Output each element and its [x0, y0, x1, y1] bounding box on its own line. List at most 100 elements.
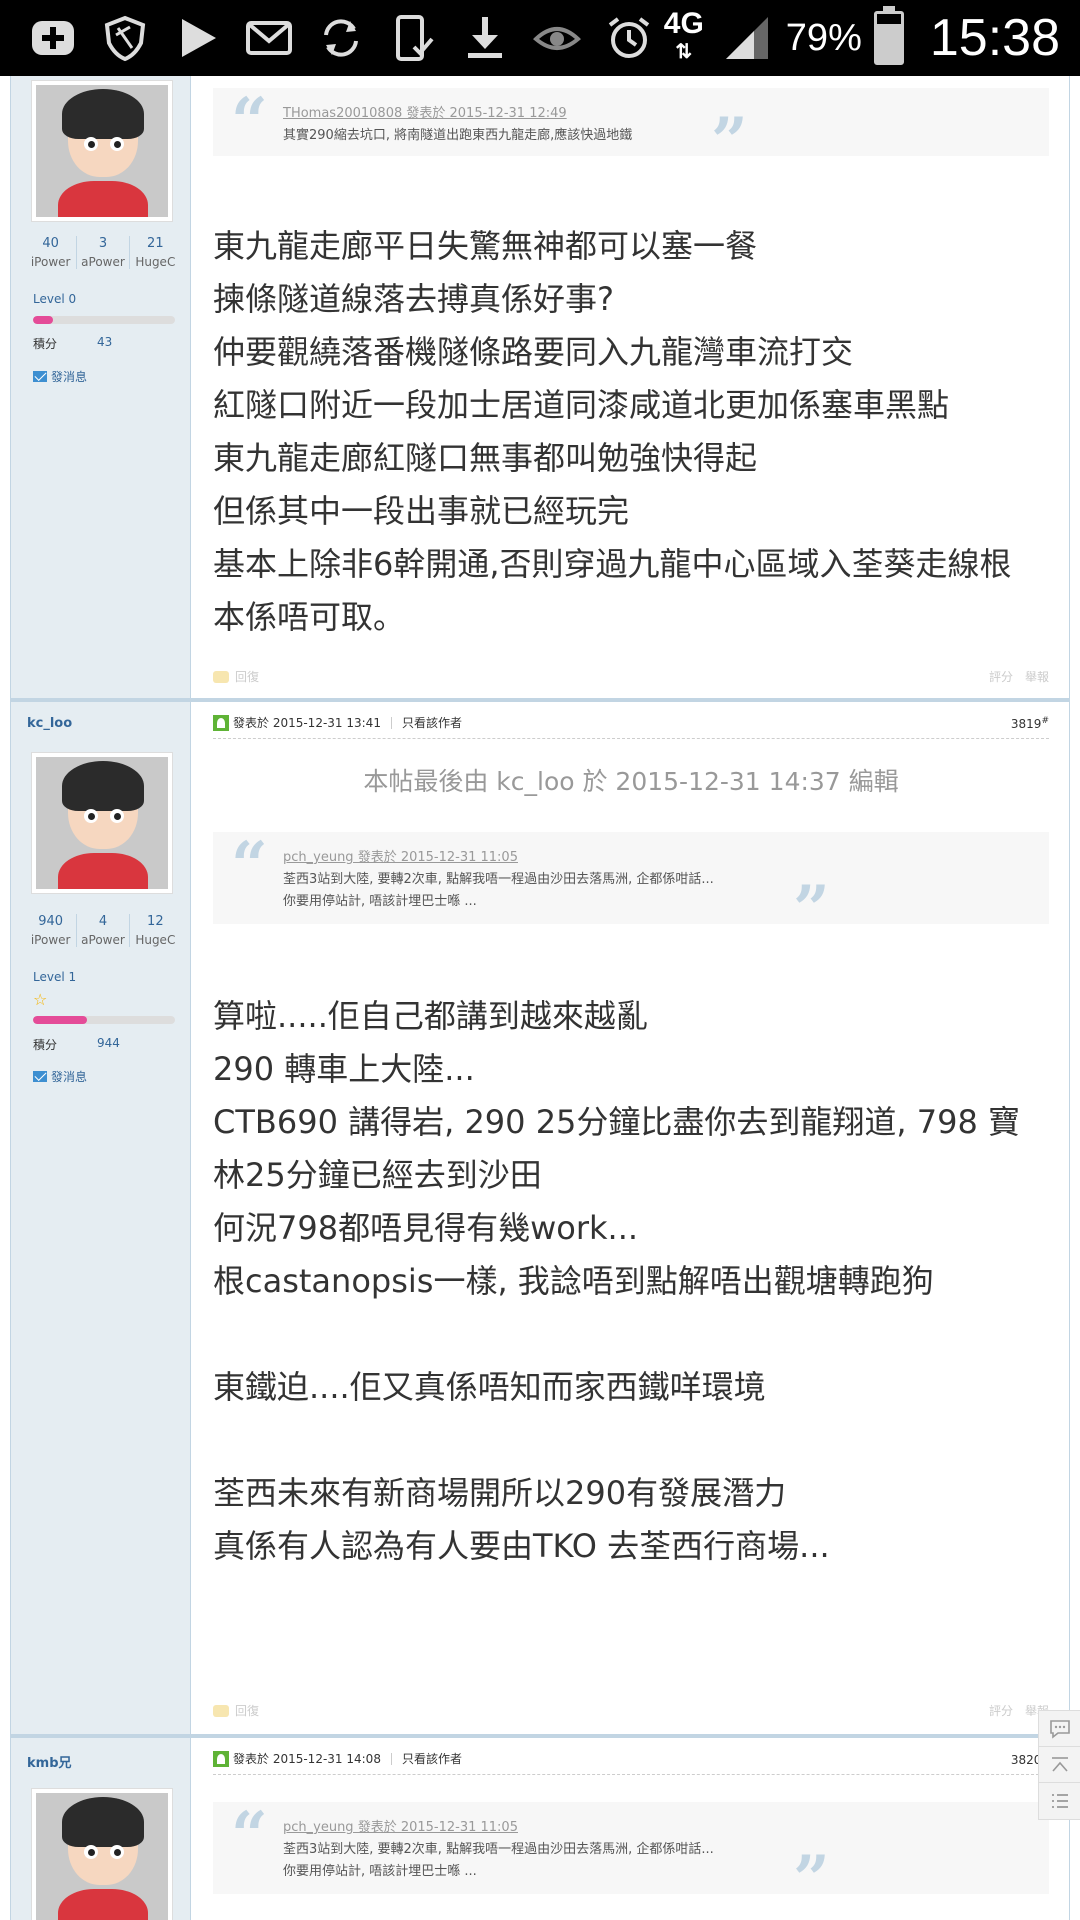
back-to-top-icon[interactable] — [1039, 1747, 1080, 1783]
level-progress-bar — [33, 1016, 175, 1024]
battery-level-fill — [876, 24, 901, 62]
post-author-panel: 40 iPower 3 aPower 21 HugeC Level 0 積分 43 發… — [11, 76, 191, 698]
quote-block: “ pch_yeung 發表於 2015-12-31 11:05 荃西3站到大陸… — [213, 828, 1049, 942]
quote-author-link[interactable]: THomas20010808 發表於 2015-12-31 12:49 — [283, 102, 979, 121]
envelope-icon — [33, 371, 47, 382]
message-line — [213, 1308, 1049, 1361]
message-line: CTB690 講得岩, 290 25分鐘比盡你去到龍翔道, 798 寶 — [213, 1103, 1021, 1141]
level-progress-fill — [33, 1016, 87, 1024]
quote-line: 荃西3站到大陸, 要轉2次車, 點解我唔一程過由沙田去落馬洲, 企都係咁話... — [283, 872, 714, 887]
mail-icon — [242, 11, 296, 65]
clock: 15:38 — [929, 9, 1060, 67]
avatar[interactable] — [31, 1788, 173, 1920]
add-icon — [26, 11, 80, 65]
message-line: 林25分鐘已經去到沙田 — [213, 1156, 542, 1194]
message-line: 本係唔可取。 — [213, 598, 406, 636]
message-line: 東九龍走廊紅隧口無事都叫勉強快得起 — [213, 439, 758, 477]
quote-line: 你要用停站計, 唔該計埋巴士喺 ... — [283, 1864, 477, 1879]
network-label: 4G — [663, 7, 704, 40]
message-line: 東鐵迫....佢又真係唔知而家西鐵咩環境 — [213, 1368, 766, 1406]
author-stats: 940 iPower 4 aPower 12 HugeC — [25, 914, 181, 947]
author-only-link[interactable]: 只看該作者 — [402, 714, 462, 731]
signal-icon — [720, 11, 774, 65]
message-line: 真係有人認為有人要由TKO 去荃西行商場... — [213, 1527, 830, 1565]
message-line: 290 轉車上大陸... — [213, 1050, 475, 1088]
author-name[interactable]: kmb兄 — [27, 1752, 72, 1771]
stat-ipower[interactable]: 940 iPower — [25, 914, 78, 947]
rate-button[interactable]: 評分 — [989, 668, 1013, 685]
message-line: 東九龍走廊平日失驚無神都可以塞一餐 — [213, 227, 758, 265]
post-author-panel: kc_loo 940 iPower 4 aPower 12 HugeC Level 1… — [11, 702, 191, 1734]
divider — [213, 738, 1049, 739]
phone-check-icon — [386, 11, 440, 65]
post-author-panel: kmb兄 — [11, 1738, 191, 1920]
points-label: 積分 — [33, 337, 58, 351]
play-icon — [170, 11, 224, 65]
floating-toolbar — [1038, 1710, 1080, 1820]
report-button[interactable]: 舉報 — [1025, 668, 1049, 685]
message-line: 基本上除非6幹開通,否則穿過九龍中心區域入荃葵走線根 — [213, 545, 1012, 583]
send-message-link[interactable]: 發消息 — [33, 368, 87, 385]
author-only-link[interactable]: 只看該作者 — [402, 1750, 462, 1767]
stat-hugec[interactable]: 21 HugeC — [130, 236, 181, 269]
post-message: 算啦.....佢自己都講到越來越亂 290 轉車上大陸... CTB690 講得… — [213, 990, 1049, 1573]
eye-icon — [530, 11, 584, 65]
post-number[interactable]: 3819# — [1011, 716, 1049, 731]
stat-apower[interactable]: 3 aPower — [77, 236, 130, 269]
reply-icon — [213, 1704, 229, 1717]
stat-apower[interactable]: 4 aPower — [77, 914, 130, 947]
battery-percent: 79% — [785, 16, 862, 59]
download-icon — [458, 11, 512, 65]
author-name[interactable]: kc_loo — [27, 716, 72, 731]
edit-note: 本帖最後由 kc_loo 於 2015-12-31 14:37 編輯 — [363, 767, 899, 796]
user-level[interactable]: Level 1 — [33, 970, 76, 984]
online-user-icon — [213, 1750, 229, 1767]
user-level[interactable]: Level 0 — [33, 292, 76, 306]
reply-button[interactable]: 回復 — [213, 1702, 259, 1719]
quote-line: 荃西3站到大陸, 要轉2次車, 點解我唔一程過由沙田去落馬洲, 企都係咁話... — [283, 1842, 714, 1857]
envelope-icon — [33, 1071, 47, 1082]
open-quote-icon: “ — [231, 828, 268, 903]
post-meta: 發表於 2015-12-31 14:08 只看該作者 — [213, 1750, 462, 1767]
post-date: 發表於 2015-12-31 13:41 — [233, 716, 381, 730]
post-message: 東九龍走廊平日失驚無神都可以塞一餐 揀條隧道線落去搏真係好事? 仲要觀繞落番機隧… — [213, 220, 1049, 644]
message-line: 紅隧口附近一段加士居道同漆咸道北更加係塞車黑點 — [213, 386, 950, 424]
points-value: 944 — [97, 1036, 120, 1050]
level-progress-fill — [33, 316, 53, 324]
avatar[interactable] — [31, 752, 173, 894]
shield-icon — [98, 11, 152, 65]
post-item: kmb兄 發表於 2015-12-31 14:08 只看該作者 3820# “ … — [11, 1734, 1069, 1920]
avatar[interactable] — [31, 80, 173, 222]
close-quote-icon: ” — [711, 104, 748, 179]
stat-hugec[interactable]: 12 HugeC — [130, 914, 181, 947]
network-4g-icon: 4G ⇅ — [663, 7, 704, 64]
quote-author-link[interactable]: pch_yeung 發表於 2015-12-31 11:05 — [283, 846, 979, 865]
post-item: 40 iPower 3 aPower 21 HugeC Level 0 積分 43 發… — [11, 76, 1069, 698]
post-date: 發表於 2015-12-31 14:08 — [233, 1752, 381, 1766]
comment-icon[interactable] — [1039, 1711, 1080, 1747]
quote-line: 其實290縮去坑口, 將南隧道出跑東西九龍走廊,應該快過地鐵 — [283, 128, 633, 143]
alarm-icon — [602, 11, 656, 65]
open-quote-icon: “ — [231, 1798, 268, 1873]
message-line: 仲要觀繞落番機隧條路要同入九龍灣車流打交 — [213, 333, 854, 371]
status-bar: 4G ⇅ 79% 15:38 — [0, 0, 1080, 76]
rate-button[interactable]: 評分 — [989, 1702, 1013, 1719]
author-stats: 40 iPower 3 aPower 21 HugeC — [25, 236, 181, 269]
points-value: 43 — [97, 335, 113, 349]
post-content: “ THomas20010808 發表於 2015-12-31 12:49 其實… — [191, 76, 1069, 698]
message-line: 但係其中一段出事就已經玩完 — [213, 492, 630, 530]
quote-block: “ pch_yeung 發表於 2015-12-31 11:05 荃西3站到大陸… — [213, 1798, 1049, 1912]
open-quote-icon: “ — [231, 84, 268, 159]
level-progress-bar — [33, 316, 175, 324]
send-message-link[interactable]: 發消息 — [33, 1068, 87, 1085]
divider — [213, 1774, 1049, 1775]
battery-icon — [873, 6, 904, 65]
reply-button[interactable]: 回復 — [213, 668, 259, 685]
quote-author-link[interactable]: pch_yeung 發表於 2015-12-31 11:05 — [283, 1816, 979, 1835]
message-line: 算啦.....佢自己都講到越來越亂 — [213, 997, 648, 1035]
stat-ipower[interactable]: 40 iPower — [25, 236, 78, 269]
list-icon[interactable] — [1039, 1783, 1080, 1819]
message-line: 根castanopsis一樣, 我諗唔到點解唔出觀塘轉跑狗 — [213, 1262, 934, 1300]
quote-block: “ THomas20010808 發表於 2015-12-31 12:49 其實… — [213, 84, 1049, 174]
forum-thread: 40 iPower 3 aPower 21 HugeC Level 0 積分 43 發… — [10, 76, 1070, 1920]
